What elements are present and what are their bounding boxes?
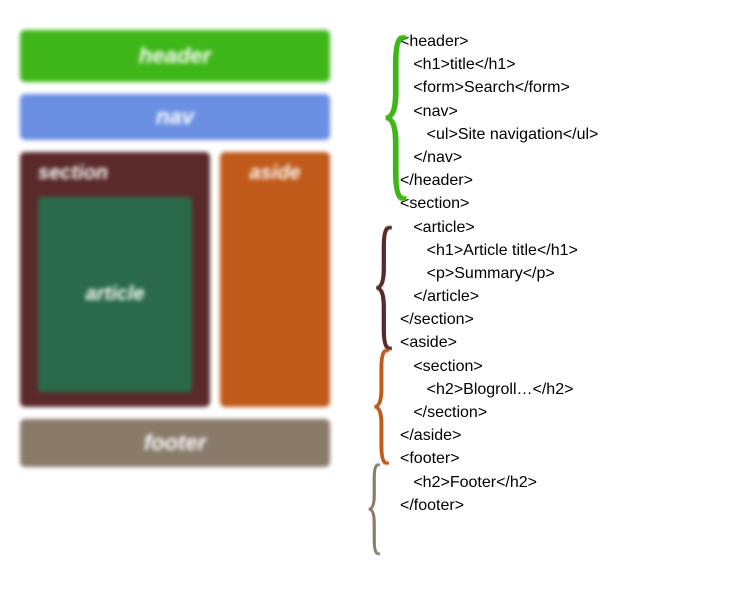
code-line: <h1>Article title</h1> [400,239,710,262]
code-line: <ul>Site navigation</ul> [400,123,710,146]
code-line: <form>Search</form> [400,76,710,99]
code-line: <section> [400,192,710,215]
code-line: </header> [400,169,710,192]
code-line: <header> [400,30,710,53]
code-line: </nav> [400,146,710,169]
code-line: </section> [400,401,710,424]
code-line: <nav> [400,100,710,123]
brace-section-icon: { [371,205,396,355]
code-line: <h2>Blogroll…</h2> [400,378,710,401]
code-line: </article> [400,285,710,308]
aside-label: aside [220,162,330,185]
footer-block: footer [20,419,330,467]
code-line: <aside> [400,331,710,354]
code-line: <h1>title</h1> [400,53,710,76]
code-line: <section> [400,355,710,378]
article-block: article [38,197,192,392]
section-block: section article [20,152,210,407]
article-label: article [86,283,145,306]
code-line: </aside> [400,424,710,447]
layout-diagram: header nav section article aside footer [20,30,330,479]
header-block: header [20,30,330,82]
section-label: section [38,162,200,185]
code-column: { { { { <header> <h1>title</h1> <form>Se… [360,30,710,517]
brace-aside-icon: { [370,330,394,470]
code-line: </section> [400,308,710,331]
code-line: <h2>Footer</h2> [400,471,710,494]
code-line: <p>Summary</p> [400,262,710,285]
nav-block: nav [20,94,330,140]
code-line: <footer> [400,447,710,470]
brace-footer-icon: { [365,448,383,558]
aside-block: aside [220,152,330,407]
code-line: </footer> [400,494,710,517]
code-line: <article> [400,216,710,239]
